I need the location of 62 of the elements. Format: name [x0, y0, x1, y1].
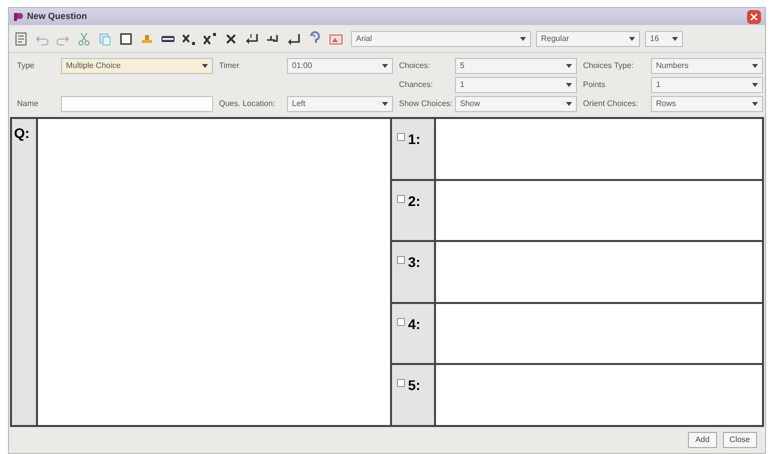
- dropdown-arrow-icon: [629, 36, 635, 40]
- field-label: Type: [16, 60, 36, 72]
- choice-checkbox[interactable]: [397, 318, 405, 326]
- dropdown-arrow-icon: [382, 102, 388, 106]
- field-label: Orient Choices:: [582, 98, 640, 110]
- superscript-icon: [202, 30, 218, 46]
- font-style-dropdown[interactable]: Regular: [536, 30, 640, 46]
- choice-checkbox[interactable]: [397, 133, 405, 141]
- dropdown-field[interactable]: Left: [287, 96, 393, 112]
- choice-checkbox[interactable]: [397, 379, 405, 388]
- dropdown-arrow-icon: [566, 64, 572, 68]
- dropdown-arrow-icon: [566, 83, 572, 87]
- dropdown-arrow-icon: [520, 36, 526, 40]
- field-label: Chances:: [398, 79, 434, 91]
- copy-button[interactable]: [97, 30, 113, 46]
- field-label: Show Choices:: [398, 98, 454, 110]
- question-label: Q:: [14, 125, 30, 141]
- choice-checkbox[interactable]: [397, 256, 405, 264]
- dropdown-field[interactable]: 1: [455, 77, 577, 93]
- field-label: Ques. Location:: [218, 98, 276, 110]
- dropdown-arrow-icon: [202, 64, 208, 68]
- page-icon: [13, 30, 29, 46]
- field-label: Choices Type:: [582, 60, 635, 72]
- dropdown-field[interactable]: Multiple Choice: [61, 58, 213, 74]
- close-button[interactable]: [747, 10, 761, 24]
- dropdown-arrow-icon: [752, 64, 758, 68]
- dropdown-arrow-icon: [752, 102, 758, 106]
- choice-number: 3:: [408, 253, 420, 272]
- dropdown-arrow-icon: [566, 102, 572, 106]
- frame-icon: [118, 30, 134, 46]
- choice-number: 4:: [408, 314, 420, 334]
- font-size-dropdown[interactable]: 16: [645, 30, 683, 46]
- app-logo-icon: [13, 12, 23, 22]
- dropdown-field[interactable]: 1: [651, 77, 763, 93]
- font-dropdown[interactable]: Arial: [351, 30, 531, 46]
- text-field[interactable]: [61, 96, 213, 112]
- dropdown-field[interactable]: Numbers: [651, 58, 763, 74]
- choice-number: 1:: [408, 130, 420, 149]
- copy-icon: [97, 30, 113, 46]
- superscript-button[interactable]: [202, 30, 218, 46]
- dropdown-field[interactable]: 5: [455, 58, 577, 74]
- choice-number: 2:: [408, 192, 420, 211]
- dropdown-field[interactable]: 01:00: [287, 58, 393, 74]
- scissors-icon: [76, 30, 92, 46]
- close-icon: [750, 12, 758, 20]
- dropdown-arrow-icon: [382, 64, 388, 68]
- field-label: Timer: [218, 60, 240, 72]
- field-label: Name: [16, 98, 40, 110]
- dialog-button[interactable]: Close: [722, 432, 757, 448]
- dropdown-arrow-icon: [672, 36, 678, 40]
- dropdown-field[interactable]: Show: [455, 96, 577, 112]
- choice-number: 5:: [408, 376, 420, 396]
- frame-button[interactable]: [118, 30, 134, 46]
- dropdown-field[interactable]: Rows: [651, 96, 763, 112]
- scissors-button[interactable]: [76, 30, 92, 46]
- dialog-button[interactable]: Add: [688, 432, 717, 448]
- dropdown-arrow-icon: [752, 83, 758, 87]
- window-title: New Question: [27, 10, 88, 23]
- field-label: Choices:: [398, 60, 432, 72]
- choice-checkbox[interactable]: [397, 194, 405, 203]
- field-label: Points: [582, 79, 606, 91]
- page-button[interactable]: [13, 30, 29, 46]
